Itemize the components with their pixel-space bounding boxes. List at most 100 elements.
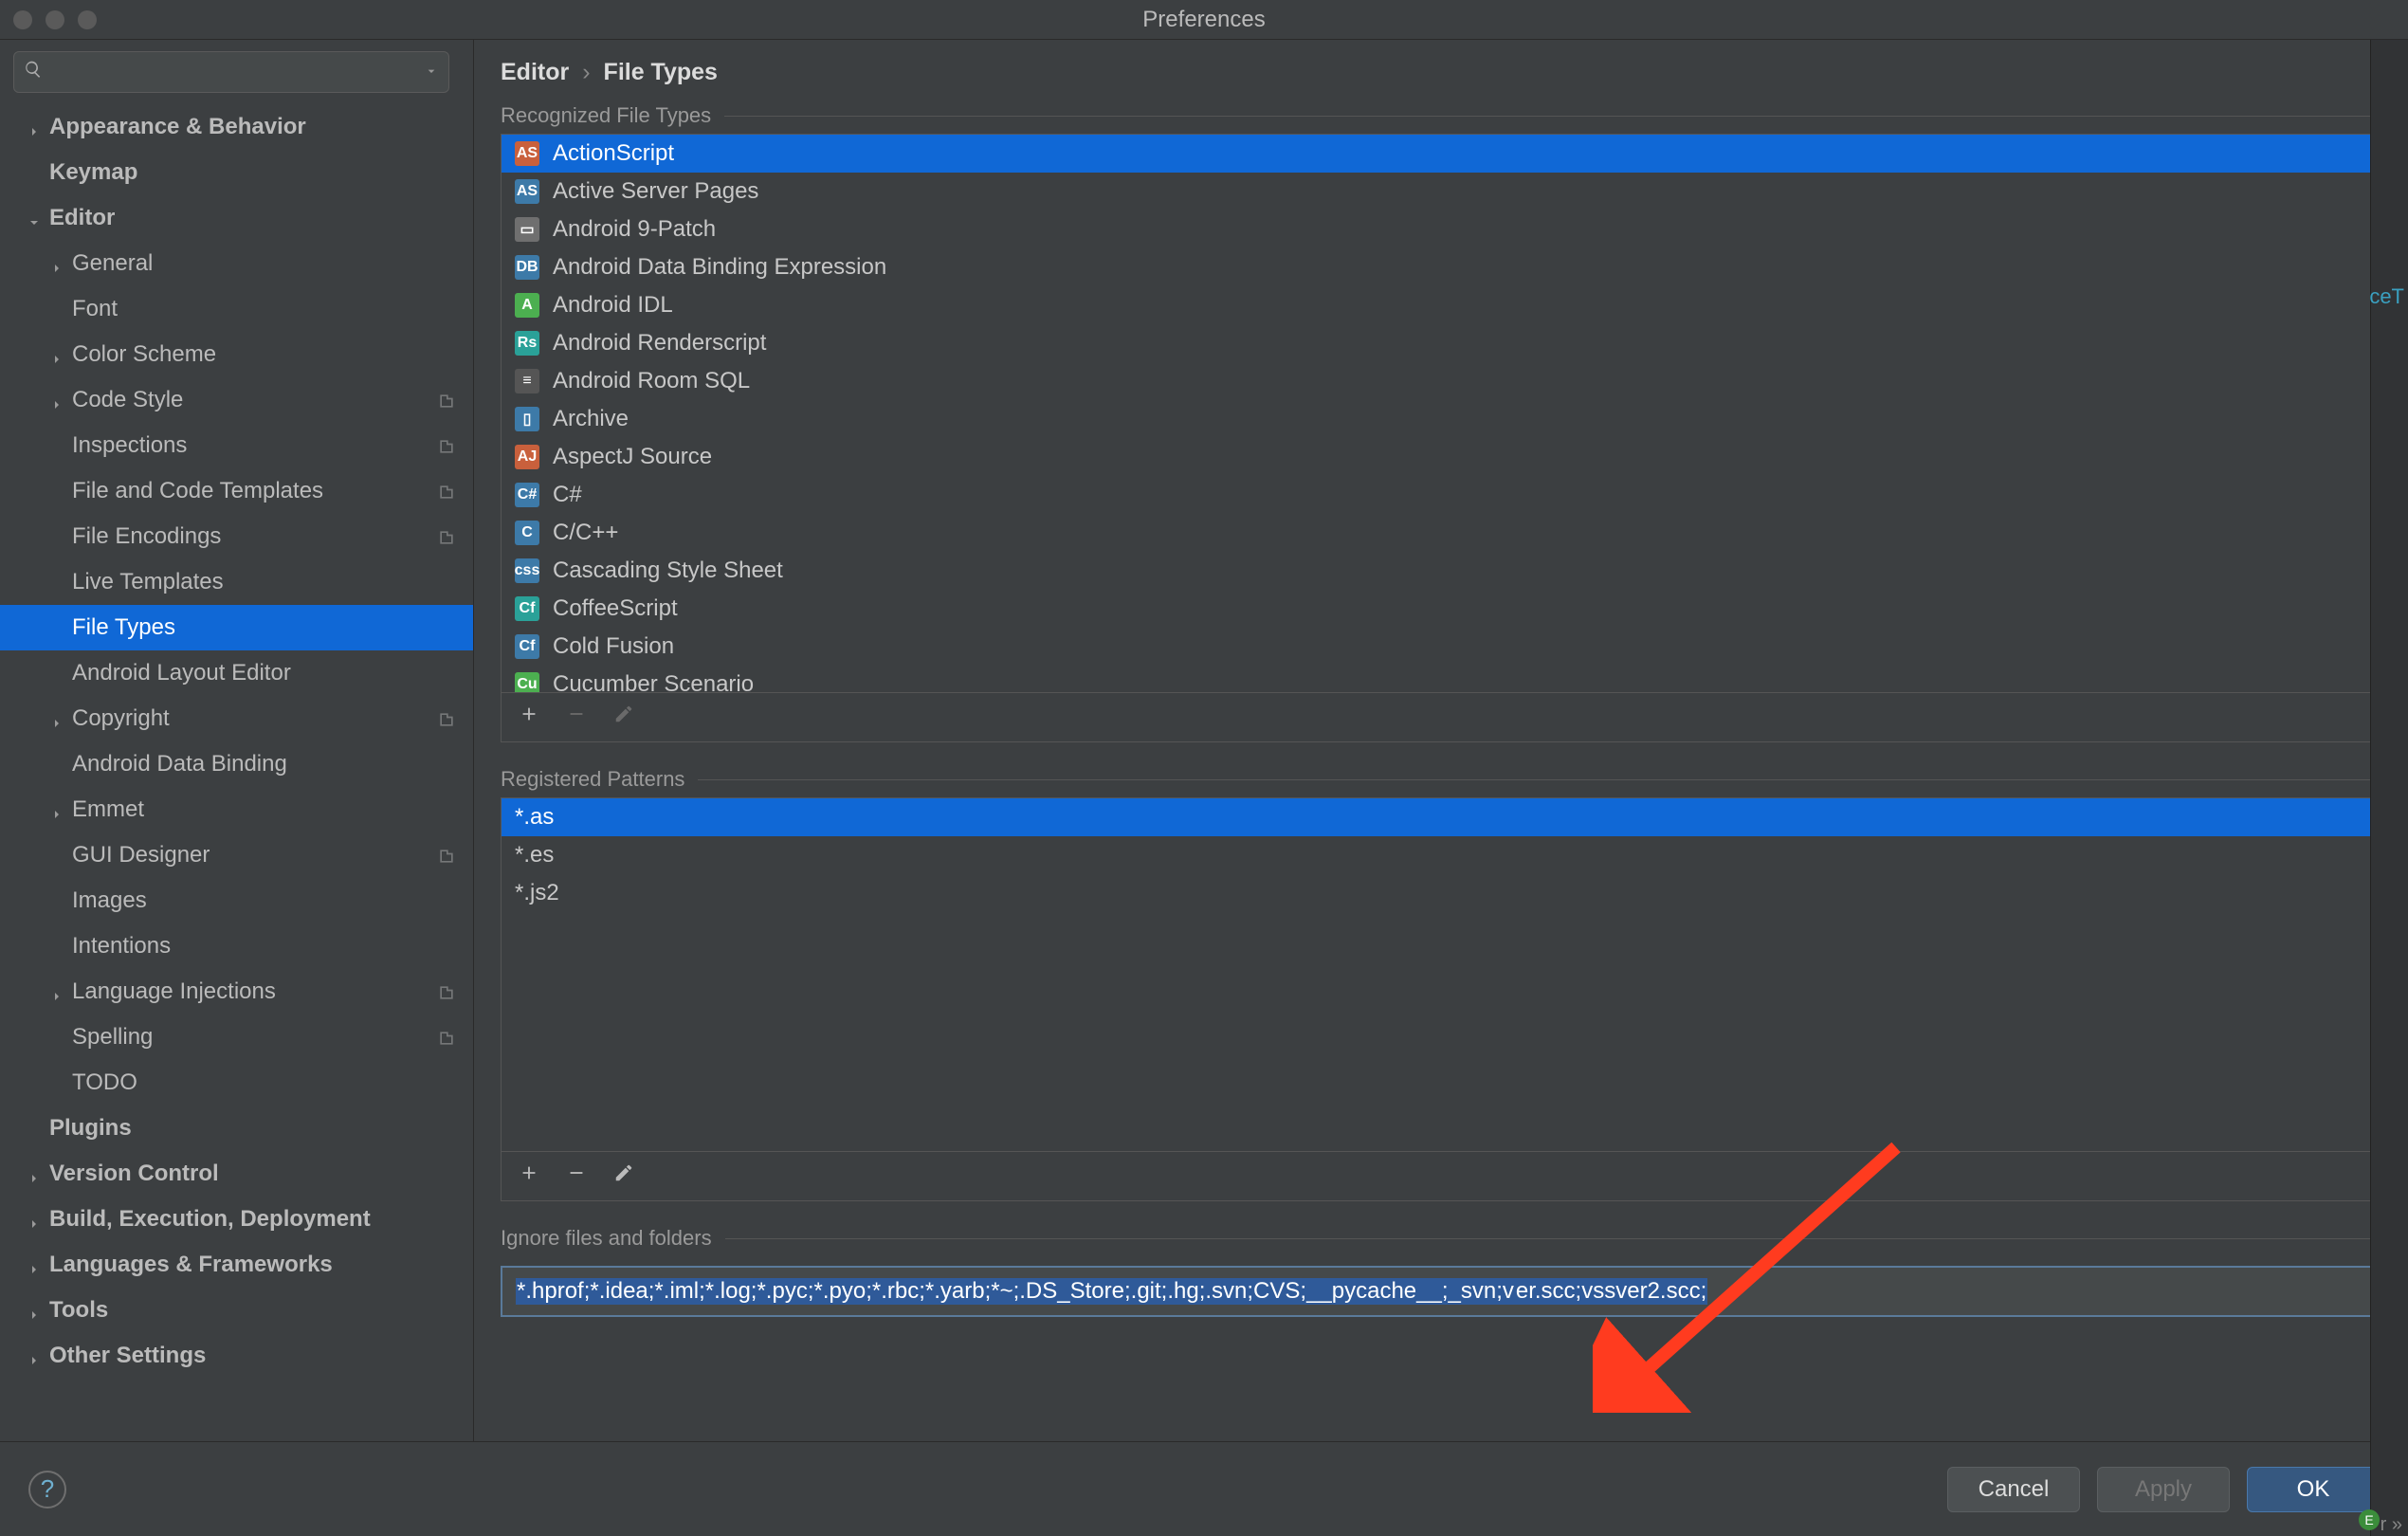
sidebar-item-other-settings[interactable]: Other Settings xyxy=(0,1333,473,1379)
sidebar-item-plugins[interactable]: Plugins xyxy=(0,1106,473,1151)
sidebar-item-editor[interactable]: Editor xyxy=(0,195,473,241)
sidebar-item-label: Images xyxy=(72,887,147,914)
sidebar-item-todo[interactable]: TODO xyxy=(0,1060,473,1106)
sidebar-search-row xyxy=(0,40,473,104)
sidebar-item-version-control[interactable]: Version Control xyxy=(0,1151,473,1197)
file-type-row[interactable]: cssCascading Style Sheet xyxy=(502,552,2381,590)
sidebar-item-color-scheme[interactable]: Color Scheme xyxy=(0,332,473,377)
sidebar-item-file-and-code-templates[interactable]: File and Code Templates xyxy=(0,468,473,514)
chevron-right-icon xyxy=(27,119,42,135)
file-type-label: AspectJ Source xyxy=(553,444,712,470)
file-type-row[interactable]: AAndroid IDL xyxy=(502,286,2381,324)
sidebar-item-android-data-binding[interactable]: Android Data Binding xyxy=(0,741,473,787)
file-type-row[interactable]: ASActionScript xyxy=(502,135,2381,173)
file-type-row[interactable]: CC/C++ xyxy=(502,514,2381,552)
chevron-right-icon xyxy=(49,256,64,271)
sidebar-item-code-style[interactable]: Code Style xyxy=(0,377,473,423)
cancel-button[interactable]: Cancel xyxy=(1947,1467,2080,1512)
file-type-label: Android Data Binding Expression xyxy=(553,254,886,281)
ok-button[interactable]: OK xyxy=(2247,1467,2380,1512)
file-type-label: Cucumber Scenario xyxy=(553,671,754,692)
sidebar-item-intentions[interactable]: Intentions xyxy=(0,923,473,969)
sidebar-item-label: Code Style xyxy=(72,387,183,413)
project-override-icon xyxy=(437,982,456,1001)
sidebar-item-images[interactable]: Images xyxy=(0,878,473,923)
registered-patterns-list[interactable]: *.as *.es *.js2 xyxy=(501,797,2381,1201)
recognized-toolbar xyxy=(502,692,2381,741)
sidebar-item-keymap[interactable]: Keymap xyxy=(0,150,473,195)
sidebar-item-label: Android Data Binding xyxy=(72,751,287,777)
remove-pattern-button[interactable] xyxy=(566,1162,587,1190)
file-type-row[interactable]: DBAndroid Data Binding Expression xyxy=(502,248,2381,286)
file-type-row[interactable]: ▯Archive xyxy=(502,400,2381,438)
recognized-file-types-list[interactable]: ASActionScriptASActive Server Pages▭Andr… xyxy=(501,134,2381,742)
caret-spacer xyxy=(49,484,64,499)
sidebar-item-font[interactable]: Font xyxy=(0,286,473,332)
chevron-right-icon xyxy=(49,393,64,408)
sidebar-item-general[interactable]: General xyxy=(0,241,473,286)
file-type-icon: ▭ xyxy=(515,217,539,242)
sidebar-item-label: Live Templates xyxy=(72,569,224,595)
pattern-label: *.js2 xyxy=(515,880,559,906)
sidebar-item-gui-designer[interactable]: GUI Designer xyxy=(0,832,473,878)
file-type-row[interactable]: CfCold Fusion xyxy=(502,628,2381,666)
remove-file-type-button[interactable] xyxy=(566,704,587,731)
sidebar-item-android-layout-editor[interactable]: Android Layout Editor xyxy=(0,650,473,696)
search-input[interactable] xyxy=(13,51,449,93)
settings-tree[interactable]: Appearance & BehaviorKeymapEditorGeneral… xyxy=(0,104,473,1441)
sidebar-item-file-encodings[interactable]: File Encodings xyxy=(0,514,473,559)
breadcrumb-root[interactable]: Editor xyxy=(501,59,569,86)
sidebar-item-inspections[interactable]: Inspections xyxy=(0,423,473,468)
ignore-files-input[interactable]: *.hprof;*.idea;*.iml;*.log;*.pyc;*.pyo;*… xyxy=(501,1266,2381,1317)
file-type-row[interactable]: ≡Android Room SQL xyxy=(502,362,2381,400)
sidebar-item-tools[interactable]: Tools xyxy=(0,1288,473,1333)
file-type-icon: AJ xyxy=(515,445,539,469)
caret-spacer xyxy=(27,1121,42,1136)
background-badge: E xyxy=(2359,1509,2380,1530)
project-override-icon xyxy=(437,482,456,501)
sidebar-item-live-templates[interactable]: Live Templates xyxy=(0,559,473,605)
file-type-label: Android IDL xyxy=(553,292,673,319)
caret-spacer xyxy=(49,1075,64,1090)
pattern-row[interactable]: *.es xyxy=(502,836,2381,874)
file-type-row[interactable]: AJ AspectJ Source xyxy=(502,438,2381,476)
file-type-row[interactable]: CfCoffeeScript xyxy=(502,590,2381,628)
sidebar-item-language-injections[interactable]: Language Injections xyxy=(0,969,473,1015)
add-pattern-button[interactable] xyxy=(519,1162,539,1190)
chevron-right-icon xyxy=(27,1212,42,1227)
file-type-row[interactable]: ▭ Android 9-Patch xyxy=(502,210,2381,248)
divider xyxy=(725,1238,2381,1239)
sidebar-item-languages-frameworks[interactable]: Languages & Frameworks xyxy=(0,1242,473,1288)
pattern-row[interactable]: *.js2 xyxy=(502,874,2381,912)
sidebar-item-label: Color Scheme xyxy=(72,341,216,368)
sidebar-item-label: Spelling xyxy=(72,1024,153,1051)
chevron-right-icon xyxy=(27,1303,42,1318)
chevron-down-icon xyxy=(27,210,42,226)
window-title: Preferences xyxy=(0,7,2408,33)
add-file-type-button[interactable] xyxy=(519,704,539,731)
file-type-label: Android 9-Patch xyxy=(553,216,716,243)
sidebar-item-appearance-behavior[interactable]: Appearance & Behavior xyxy=(0,104,473,150)
sidebar-item-file-types[interactable]: File Types xyxy=(0,605,473,650)
file-type-row[interactable]: ASActive Server Pages xyxy=(502,173,2381,210)
file-type-label: ActionScript xyxy=(553,140,674,167)
file-type-icon: AS xyxy=(515,179,539,204)
sidebar-item-build-execution-deployment[interactable]: Build, Execution, Deployment xyxy=(0,1197,473,1242)
sidebar-item-spelling[interactable]: Spelling xyxy=(0,1015,473,1060)
apply-button[interactable]: Apply xyxy=(2097,1467,2230,1512)
project-override-icon xyxy=(437,846,456,865)
file-type-label: Archive xyxy=(553,406,629,432)
caret-spacer xyxy=(49,529,64,544)
file-type-row[interactable]: CuCucumber Scenario xyxy=(502,666,2381,692)
file-type-row[interactable]: C#C# xyxy=(502,476,2381,514)
breadcrumb-leaf: File Types xyxy=(604,59,718,86)
sidebar-item-copyright[interactable]: Copyright xyxy=(0,696,473,741)
background-text: ceT xyxy=(2369,284,2404,309)
sidebar-item-emmet[interactable]: Emmet xyxy=(0,787,473,832)
file-type-row[interactable]: RsAndroid Renderscript xyxy=(502,324,2381,362)
pattern-label: *.es xyxy=(515,842,554,869)
edit-pattern-button[interactable] xyxy=(613,1162,634,1190)
help-button[interactable]: ? xyxy=(28,1471,66,1509)
edit-file-type-button[interactable] xyxy=(613,704,634,731)
pattern-row[interactable]: *.as xyxy=(502,798,2381,836)
